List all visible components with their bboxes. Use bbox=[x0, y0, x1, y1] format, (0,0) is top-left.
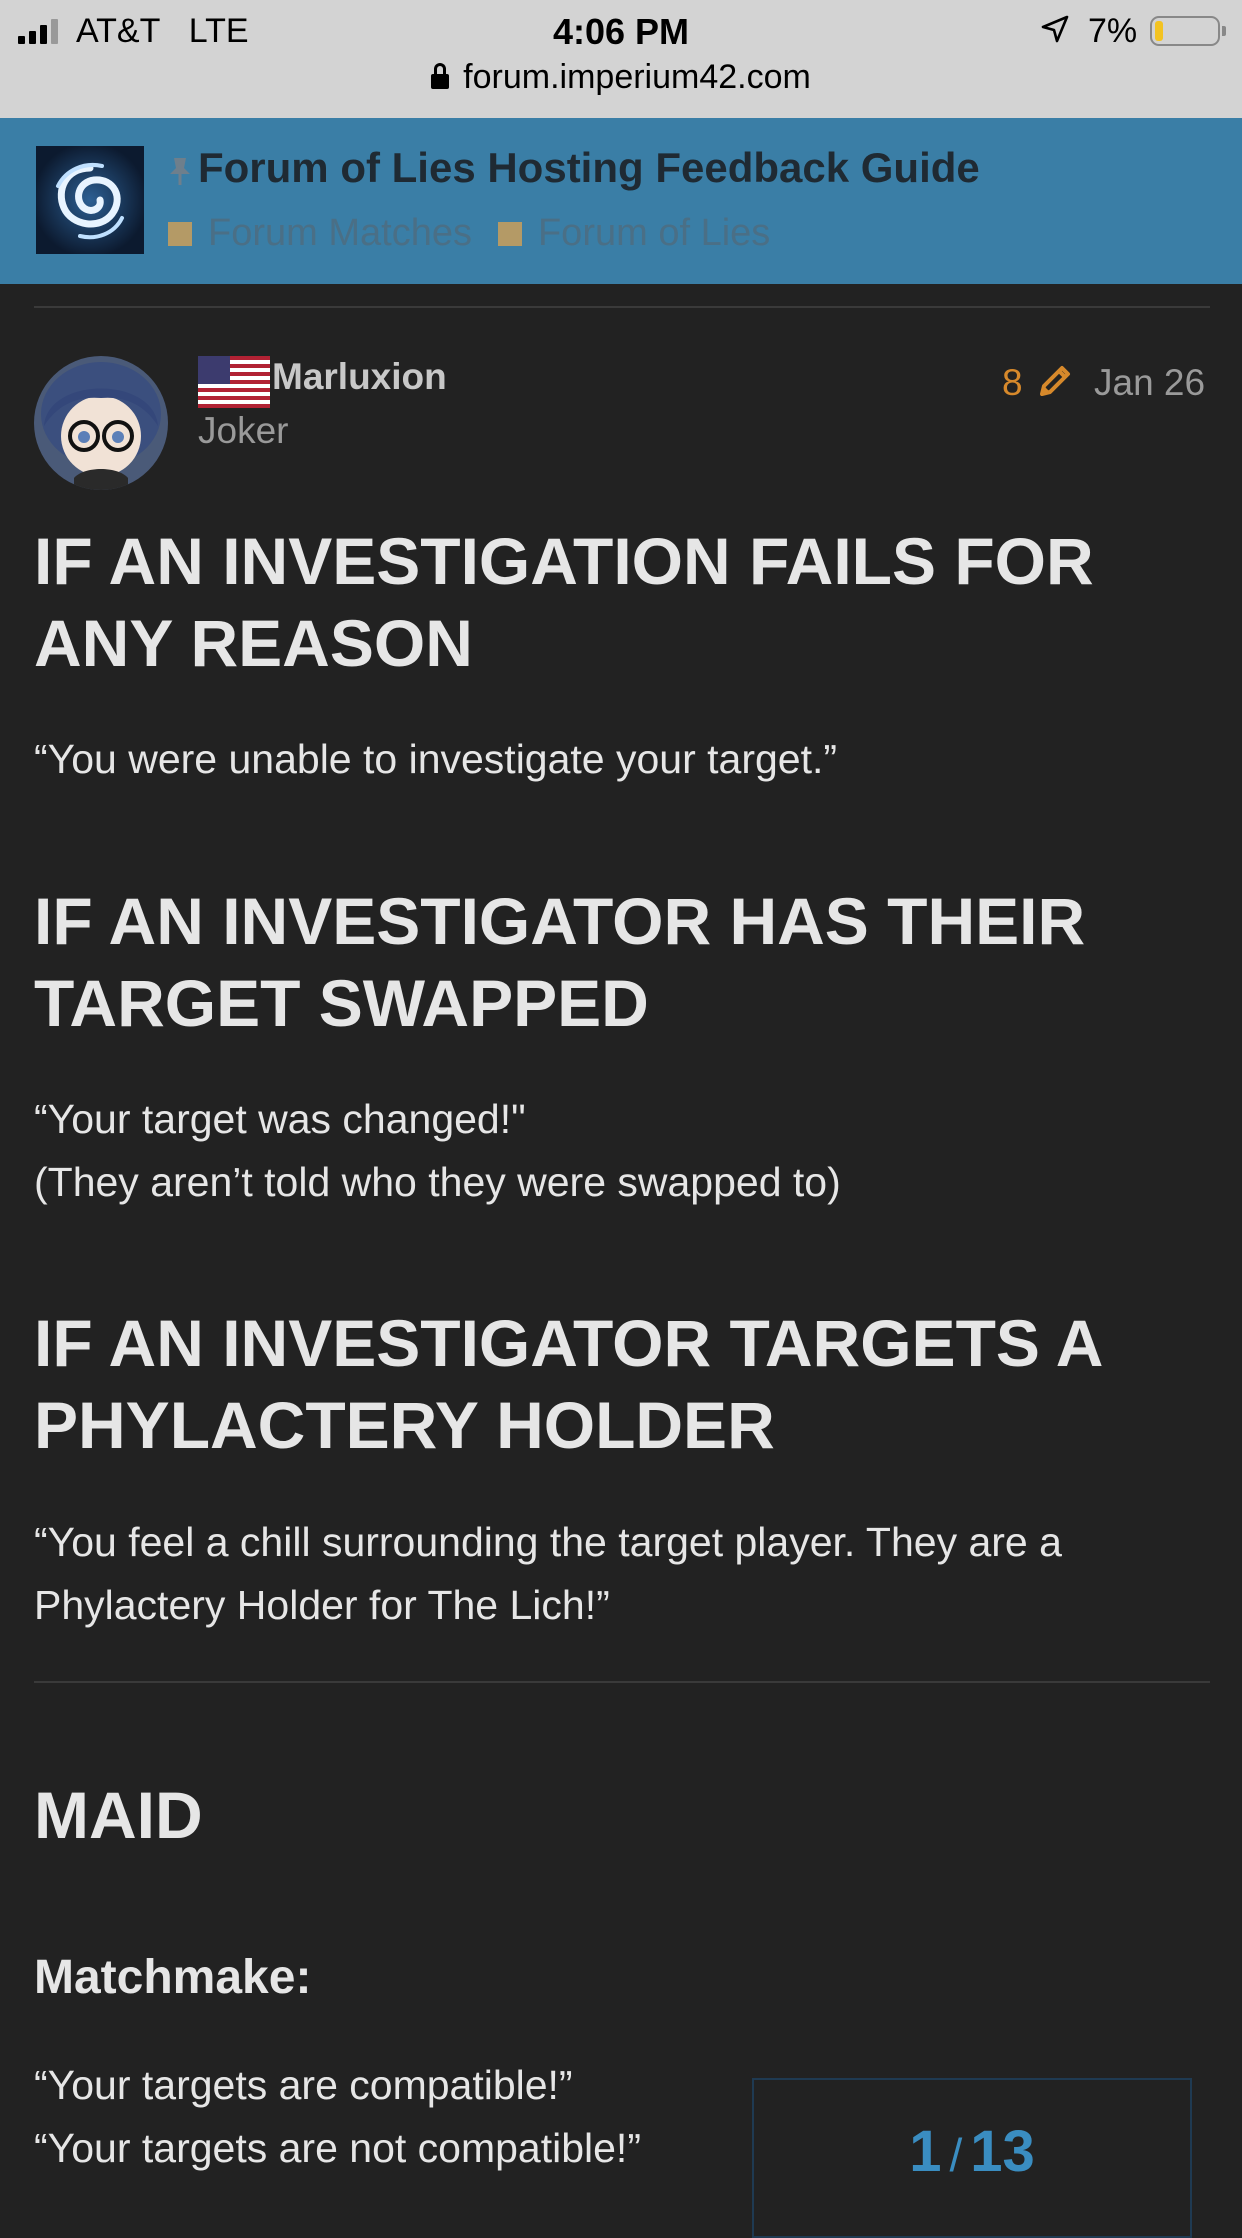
user-title: Joker bbox=[198, 410, 289, 451]
category-forum-matches[interactable]: Forum Matches bbox=[168, 212, 472, 255]
username[interactable]: Marluxion bbox=[272, 356, 447, 398]
address-bar[interactable]: forum.imperium42.com bbox=[0, 58, 1242, 97]
swirl-logo-icon bbox=[56, 163, 124, 240]
subheading: Matchmake: bbox=[34, 1951, 312, 2004]
avatar[interactable] bbox=[34, 356, 168, 490]
role-heading: MAID bbox=[34, 1778, 203, 1852]
section-body: “Your target was changed!" (They aren’t t… bbox=[34, 1096, 841, 1205]
divider bbox=[34, 1681, 1210, 1683]
user-avatar-image bbox=[34, 356, 168, 490]
site-logo[interactable] bbox=[36, 146, 144, 254]
battery-percent: 7% bbox=[1088, 12, 1138, 50]
edit-count[interactable]: 8 bbox=[1002, 362, 1023, 404]
section-body: “You feel a chill surrounding the target… bbox=[34, 1519, 1062, 1628]
status-bar: AT&T LTE 4:06 PM 7% forum.imperium42.com bbox=[0, 0, 1242, 118]
topic-header: Forum of Lies Hosting Feedback Guide For… bbox=[0, 118, 1242, 284]
topic-progress[interactable]: 1/13 bbox=[752, 2078, 1192, 2238]
category-breadcrumb: Forum Matches Forum of Lies bbox=[168, 212, 770, 255]
section-heading: IF AN INVESTIGATOR TARGETS A PHYLACTERY H… bbox=[34, 1306, 1104, 1462]
location-arrow-icon bbox=[1041, 15, 1069, 43]
pin-icon bbox=[170, 157, 190, 185]
section-heading: IF AN INVESTIGATION FAILS FOR ANY REASON bbox=[34, 524, 1094, 680]
topic-title[interactable]: Forum of Lies Hosting Feedback Guide bbox=[168, 144, 980, 192]
category-color-badge bbox=[168, 221, 192, 246]
battery-icon bbox=[1150, 16, 1226, 46]
section-heading: IF AN INVESTIGATOR HAS THEIR TARGET SWAPP… bbox=[34, 884, 1086, 1040]
progress-counter: 1/13 bbox=[909, 2119, 1035, 2184]
divider bbox=[34, 306, 1210, 308]
category-color-badge bbox=[497, 221, 522, 246]
url-text: forum.imperium42.com bbox=[463, 58, 811, 96]
post-date[interactable]: Jan 26 bbox=[1094, 362, 1205, 404]
topic-title-text: Forum of Lies Hosting Feedback Guide bbox=[198, 144, 980, 191]
section-body: “You were unable to investigate your tar… bbox=[34, 736, 838, 782]
us-flag-icon bbox=[198, 356, 270, 408]
pencil-icon[interactable] bbox=[1034, 360, 1076, 402]
lock-icon bbox=[431, 63, 450, 90]
category-forum-of-lies[interactable]: Forum of Lies bbox=[497, 212, 770, 255]
